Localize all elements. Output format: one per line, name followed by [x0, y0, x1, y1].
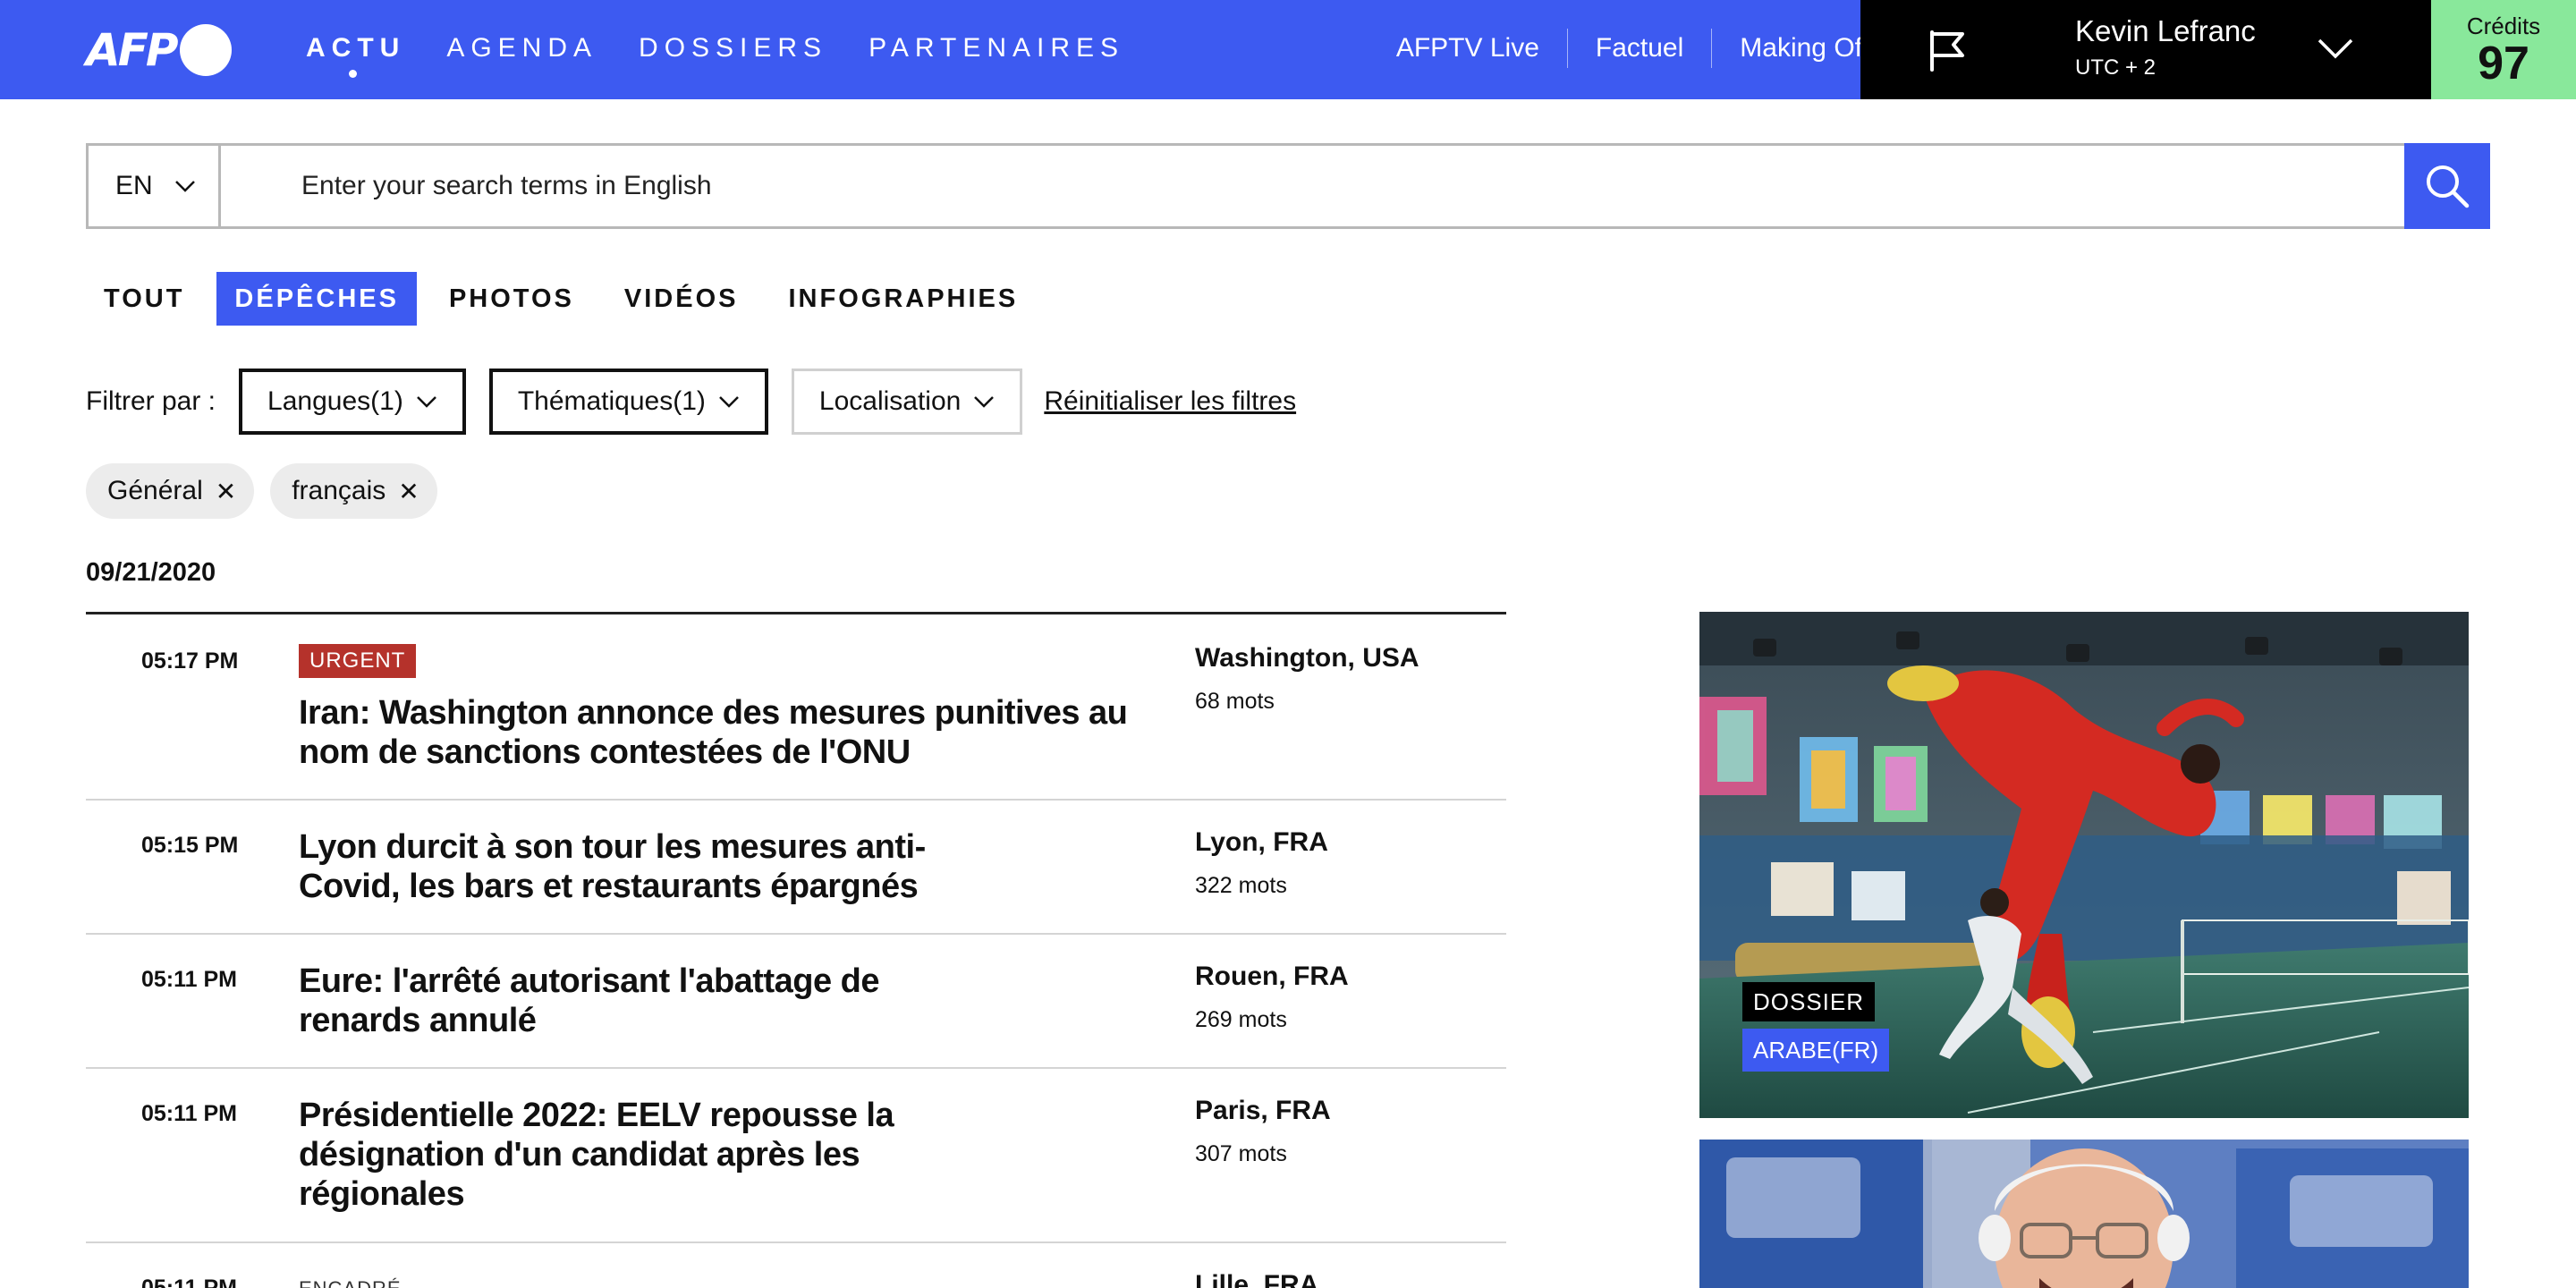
- tab-photos[interactable]: PHOTOS: [431, 272, 592, 326]
- item-time: 05:15 PM: [141, 833, 239, 858]
- dossier-card[interactable]: DOSSIER ARABE(FR): [1699, 612, 2469, 1118]
- user-name: Kevin Lefranc: [2075, 14, 2256, 47]
- item-location: Lyon, FRA: [1195, 827, 1328, 857]
- tab-tout[interactable]: TOUT: [86, 272, 202, 326]
- item-word-count: 322 mots: [1195, 873, 1287, 898]
- nav-item-dossiers[interactable]: DOSSIERS: [639, 29, 827, 68]
- list-item[interactable]: 05:15 PM Lyon durcit à son tour les mesu…: [86, 801, 1506, 935]
- content-type-tabs: TOUT DÉPÊCHES PHOTOS VIDÉOS INFOGRAPHIES: [86, 272, 1050, 326]
- filter-thematiques-label: Thématiques(1): [517, 386, 706, 416]
- title-line: Lyon durcit à son tour les mesures anti-: [299, 828, 926, 866]
- nav-item-partenaires[interactable]: PARTENAIRES: [869, 29, 1124, 68]
- dossier-tag: DOSSIER: [1742, 982, 1876, 1021]
- nav-item-actu[interactable]: ACTU: [306, 29, 405, 78]
- filter-label: Filtrer par :: [86, 386, 216, 416]
- item-kicker: ENCADRÉ: [299, 1277, 402, 1288]
- item-location: Lille, FRA: [1195, 1270, 1319, 1288]
- tab-videos[interactable]: VIDÉOS: [606, 272, 757, 326]
- list-item[interactable]: 05:17 PM URGENT Iran: Washington annonce…: [86, 614, 1506, 801]
- item-time: 05:17 PM: [141, 648, 239, 674]
- filter-bar: Filtrer par : Langues(1) Thématiques(1) …: [86, 369, 1296, 435]
- list-item[interactable]: 05:11 PM Eure: l'arrêté autorisant l'aba…: [86, 935, 1506, 1069]
- close-icon[interactable]: ✕: [216, 477, 236, 506]
- title-line: désignation d'un candidat après les: [299, 1136, 860, 1174]
- photo-card[interactable]: [1699, 1140, 2469, 1288]
- afp-logo[interactable]: AFP: [86, 23, 232, 77]
- item-time: 05:11 PM: [141, 1275, 238, 1288]
- search-icon: [2427, 165, 2470, 208]
- item-title[interactable]: Lyon durcit à son tour les mesures anti-…: [299, 827, 926, 906]
- search-bar: EN: [86, 143, 2490, 229]
- language-select[interactable]: EN: [89, 146, 221, 226]
- item-location: Paris, FRA: [1195, 1096, 1331, 1125]
- news-feed: 05:17 PM URGENT Iran: Washington annonce…: [86, 612, 1506, 1288]
- item-title[interactable]: Eure: l'arrêté autorisant l'abattage de …: [299, 962, 880, 1040]
- logo-text: AFP: [86, 24, 178, 76]
- logo-dot-icon: [179, 24, 232, 76]
- item-location: Rouen, FRA: [1195, 962, 1349, 991]
- user-menu[interactable]: Kevin Lefranc UTC + 2: [1860, 0, 2431, 99]
- title-line: Covid, les bars et restaurants épargnés: [299, 868, 919, 905]
- urgent-badge: URGENT: [299, 644, 417, 678]
- nav-link-factuel[interactable]: Factuel: [1566, 29, 1711, 68]
- tab-depeches[interactable]: DÉPÊCHES: [216, 272, 417, 326]
- language-value: EN: [115, 171, 153, 200]
- main-nav: ACTU AGENDA DOSSIERS PARTENAIRES: [306, 29, 1165, 78]
- credits-value: 97: [2478, 38, 2529, 89]
- filter-localisation-label: Localisation: [818, 386, 962, 416]
- filter-thematiques[interactable]: Thématiques(1): [488, 369, 768, 435]
- chevron-down-icon: [416, 396, 436, 408]
- item-word-count: 68 mots: [1195, 689, 1275, 714]
- title-line: Eure: l'arrêté autorisant l'abattage de: [299, 962, 880, 1000]
- feed-date-heading: 09/21/2020: [86, 558, 216, 587]
- chevron-down-icon: [174, 181, 195, 192]
- chip-label: français: [292, 476, 386, 505]
- flag-icon[interactable]: [1923, 27, 1970, 73]
- chip-francais: français ✕: [270, 463, 437, 519]
- search-button[interactable]: [2404, 143, 2490, 229]
- item-time: 05:11 PM: [141, 967, 238, 992]
- reset-filters-link[interactable]: Réinitialiser les filtres: [1044, 386, 1296, 417]
- secondary-nav: AFPTV Live Factuel Making Of: [1368, 29, 1862, 68]
- credits-label: Crédits: [2466, 13, 2541, 39]
- title-line: Présidentielle 2022: EELV repousse la: [299, 1097, 894, 1134]
- item-time: 05:11 PM: [141, 1101, 238, 1126]
- item-word-count: 269 mots: [1195, 1007, 1287, 1032]
- search-input[interactable]: [301, 146, 2180, 226]
- chevron-down-icon: [719, 396, 739, 408]
- title-line: renards annulé: [299, 1002, 537, 1039]
- tab-infographies[interactable]: INFOGRAPHIES: [770, 272, 1036, 326]
- filter-langues[interactable]: Langues(1): [239, 369, 466, 435]
- chevron-down-icon[interactable]: [2317, 34, 2354, 61]
- nav-link-making-of[interactable]: Making Of: [1711, 29, 1862, 68]
- credits-box: Crédits 97: [2431, 0, 2576, 99]
- item-word-count: 307 mots: [1195, 1141, 1287, 1166]
- chevron-down-icon: [974, 396, 995, 408]
- item-title[interactable]: Iran: Washington annonce des mesures pun…: [299, 693, 1128, 772]
- user-timezone: UTC + 2: [2075, 55, 2157, 80]
- chip-label: Général: [107, 476, 203, 505]
- nav-item-agenda[interactable]: AGENDA: [446, 29, 597, 68]
- list-item[interactable]: 05:11 PM ENCADRÉ Lille, FRA: [86, 1243, 1506, 1288]
- filter-localisation[interactable]: Localisation: [791, 369, 1023, 435]
- nav-link-afptv-live[interactable]: AFPTV Live: [1368, 29, 1567, 68]
- smiling-man-photo: [1699, 1140, 2469, 1288]
- close-icon[interactable]: ✕: [398, 477, 419, 506]
- chip-general: Général ✕: [86, 463, 255, 519]
- active-filter-chips: Général ✕ français ✕: [86, 463, 453, 519]
- list-item[interactable]: 05:11 PM Présidentielle 2022: EELV repou…: [86, 1069, 1506, 1243]
- item-title[interactable]: Présidentielle 2022: EELV repousse la dé…: [299, 1096, 894, 1214]
- language-tag: ARABE(FR): [1742, 1029, 1890, 1072]
- title-line: régionales: [299, 1175, 465, 1213]
- filter-langues-label: Langues(1): [267, 386, 403, 416]
- title-line: nom de sanctions contestées de l'ONU: [299, 733, 911, 771]
- title-line: Iran: Washington annonce des mesures pun…: [299, 694, 1128, 732]
- item-location: Washington, USA: [1195, 643, 1419, 673]
